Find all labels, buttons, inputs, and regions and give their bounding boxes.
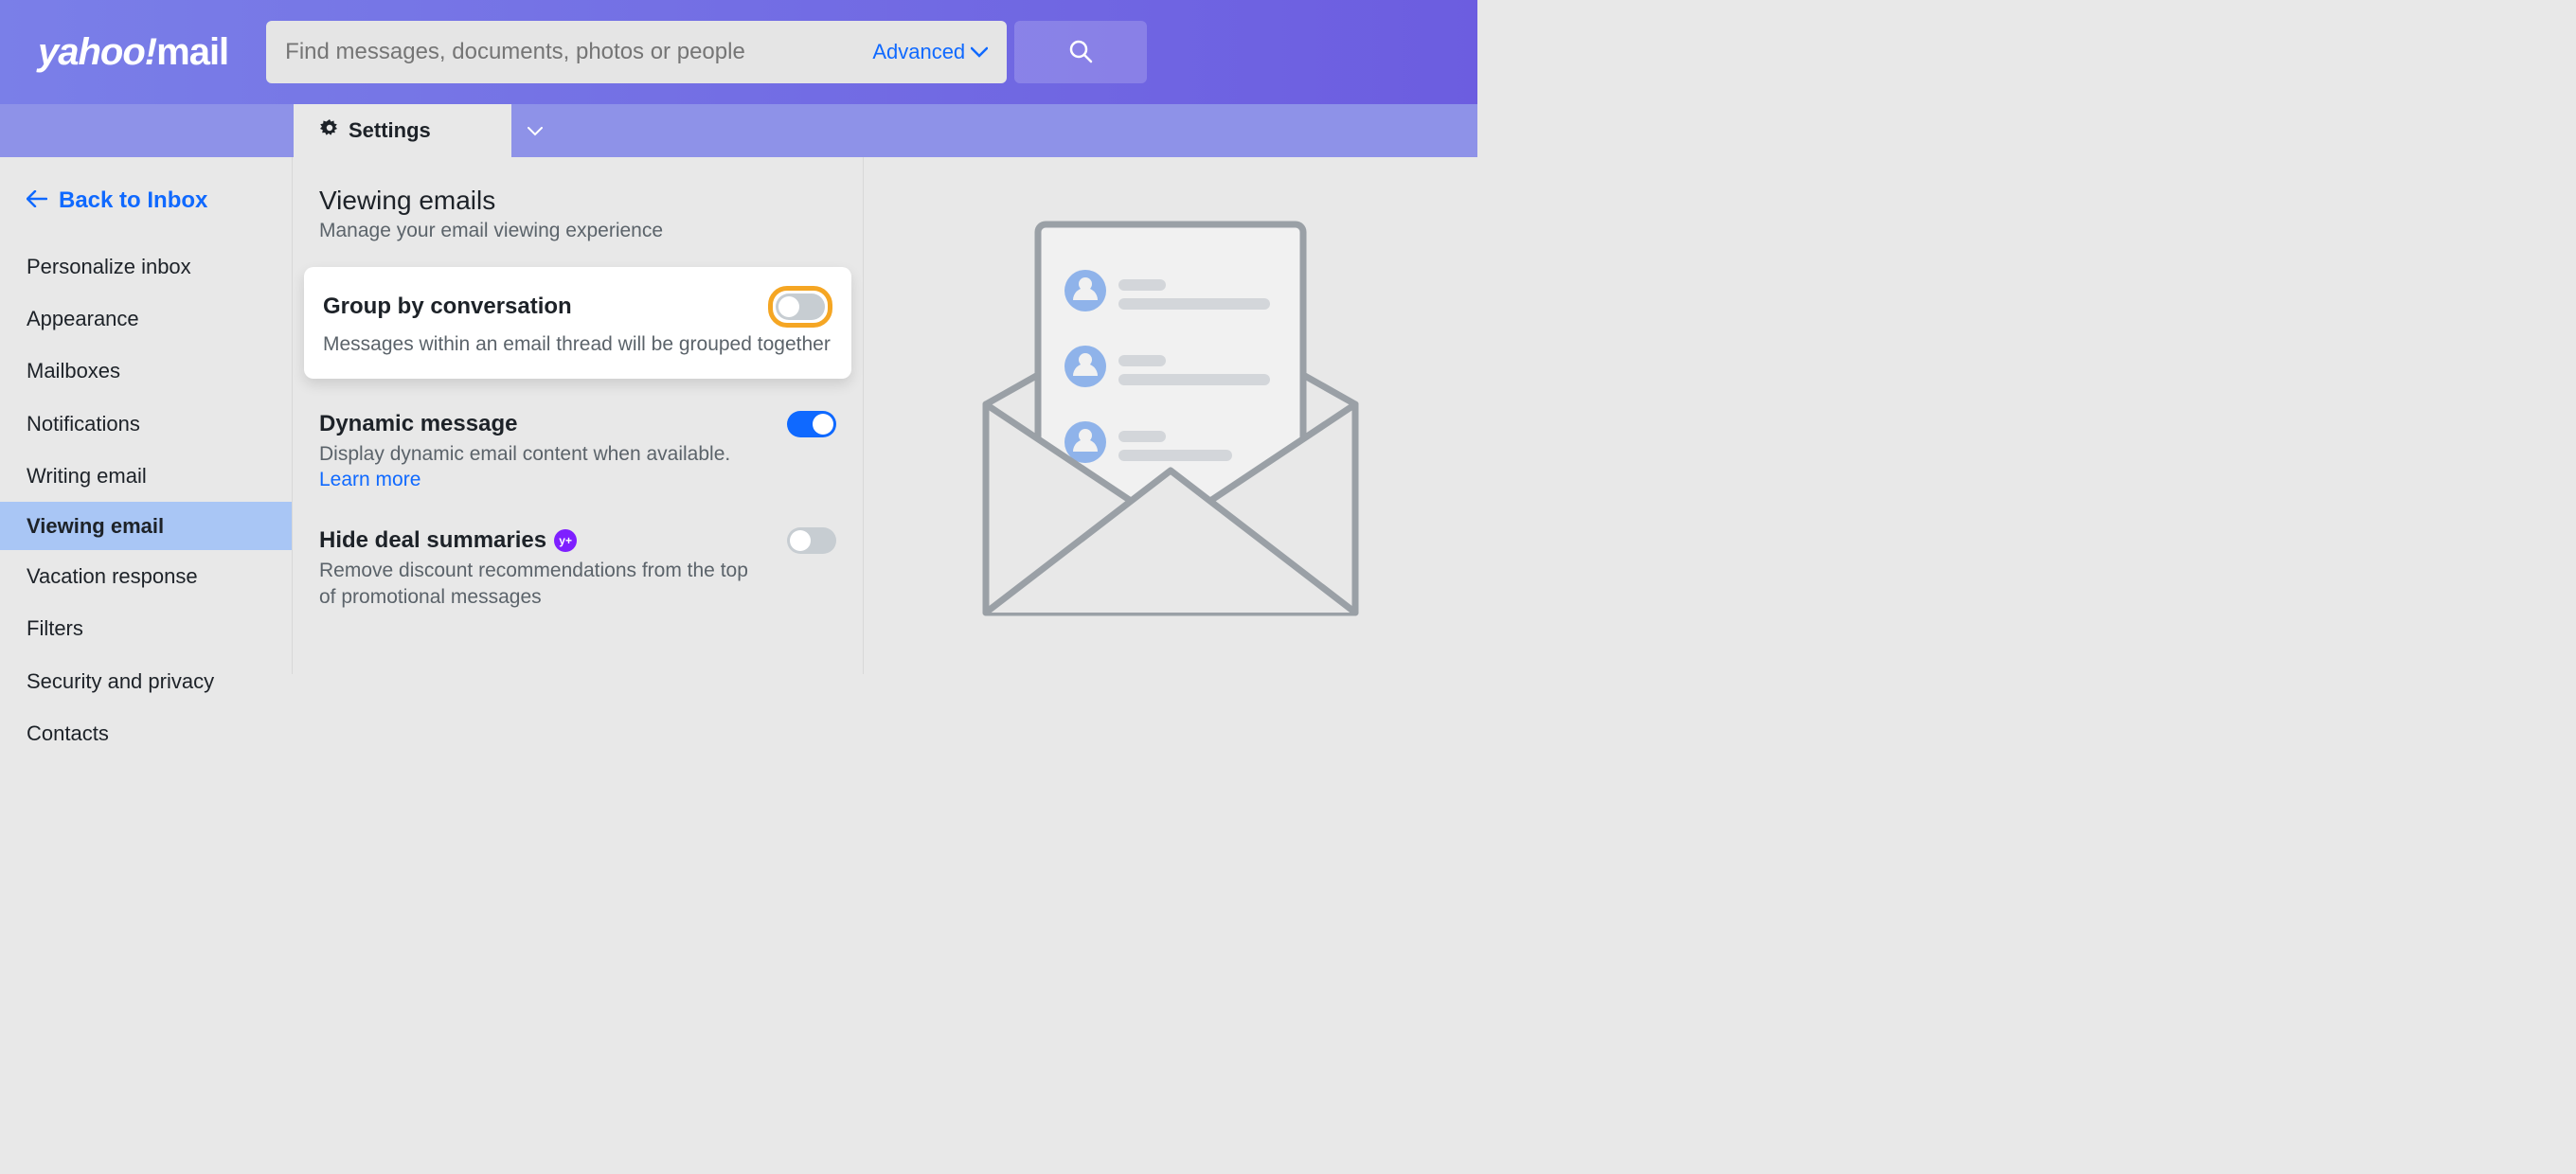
toggle-knob [778, 296, 799, 317]
toggle-knob [813, 414, 833, 435]
advanced-search-link[interactable]: Advanced [872, 40, 988, 64]
group-by-conversation-toggle[interactable] [776, 294, 825, 320]
envelope-illustration-icon [967, 187, 1374, 646]
tab-dropdown-button[interactable] [511, 104, 559, 157]
setting-hide-deal-summaries: Hide deal summaries y+ Remove discount r… [293, 499, 863, 619]
logo-product-text: mail [156, 31, 228, 73]
tab-label: Settings [349, 118, 431, 143]
sidebar-item-label: Viewing email [27, 514, 164, 538]
dynamic-message-toggle[interactable] [787, 411, 836, 437]
setting-title: Dynamic message [319, 411, 517, 437]
toggle-highlight-ring [768, 286, 832, 328]
setting-desc: Remove discount recommendations from the… [319, 558, 755, 612]
logo-brand-text: yahoo! [38, 31, 156, 73]
settings-panel: Viewing emails Manage your email viewing… [293, 157, 863, 674]
brand-logo: yahoo!mail [38, 31, 228, 74]
sidebar-item-label: Personalize inbox [27, 255, 191, 278]
setting-title: Hide deal summaries [319, 527, 546, 554]
toggle-knob [790, 530, 811, 551]
hide-deal-summaries-toggle[interactable] [787, 527, 836, 554]
sidebar-item-writing-email[interactable]: Writing email [0, 450, 292, 502]
sidebar-item-security-privacy[interactable]: Security and privacy [0, 655, 292, 707]
sidebar-item-mailboxes[interactable]: Mailboxes [0, 345, 292, 397]
sidebar-item-label: Vacation response [27, 564, 198, 588]
back-to-inbox-link[interactable]: Back to Inbox [0, 178, 292, 240]
setting-desc: Messages within an email thread will be … [323, 331, 832, 358]
chevron-down-icon [528, 121, 543, 141]
sidebar-item-label: Filters [27, 616, 83, 640]
setting-title-row: Hide deal summaries y+ [319, 527, 577, 554]
setting-desc: Display dynamic email content when avail… [319, 441, 836, 468]
sidebar-item-label: Contacts [27, 721, 109, 745]
chevron-down-icon [971, 42, 988, 63]
sidebar-item-label: Appearance [27, 307, 139, 330]
setting-group-by-conversation: Group by conversation Messages within an… [304, 267, 851, 379]
search-bar: Advanced [266, 21, 1007, 83]
illustration-panel [863, 157, 1477, 674]
search-button[interactable] [1014, 21, 1147, 83]
main-panel: Viewing emails Manage your email viewing… [292, 157, 1477, 674]
sidebar-item-filters[interactable]: Filters [0, 602, 292, 654]
app-header: yahoo!mail Advanced [0, 0, 1477, 104]
back-label: Back to Inbox [59, 187, 207, 214]
sidebar-item-notifications[interactable]: Notifications [0, 398, 292, 450]
setting-dynamic-message: Dynamic message Display dynamic email co… [293, 398, 863, 498]
search-input[interactable] [285, 39, 872, 65]
sidebar-item-label: Security and privacy [27, 669, 214, 693]
sidebar-item-label: Notifications [27, 412, 140, 436]
arrow-left-icon [27, 187, 47, 214]
yahoo-plus-badge-icon: y+ [554, 529, 577, 552]
content-area: Back to Inbox Personalize inbox Appearan… [0, 157, 1477, 674]
sidebar: Back to Inbox Personalize inbox Appearan… [0, 157, 292, 674]
search-icon [1067, 38, 1094, 67]
section-subtitle: Manage your email viewing experience [293, 216, 863, 267]
sidebar-item-label: Writing email [27, 464, 147, 488]
tab-bar: Settings [0, 104, 1477, 157]
sidebar-item-viewing-email[interactable]: Viewing email [0, 502, 292, 550]
setting-title: Group by conversation [323, 294, 572, 320]
advanced-label: Advanced [872, 40, 965, 64]
sidebar-item-appearance[interactable]: Appearance [0, 293, 292, 345]
sidebar-item-vacation-response[interactable]: Vacation response [0, 550, 292, 602]
sidebar-item-label: Mailboxes [27, 359, 120, 382]
sidebar-item-personalize-inbox[interactable]: Personalize inbox [0, 240, 292, 293]
learn-more-link[interactable]: Learn more [319, 469, 836, 491]
gear-icon [320, 118, 339, 143]
sidebar-item-contacts[interactable]: Contacts [0, 707, 292, 759]
section-title: Viewing emails [293, 186, 863, 216]
tab-settings[interactable]: Settings [294, 104, 511, 157]
